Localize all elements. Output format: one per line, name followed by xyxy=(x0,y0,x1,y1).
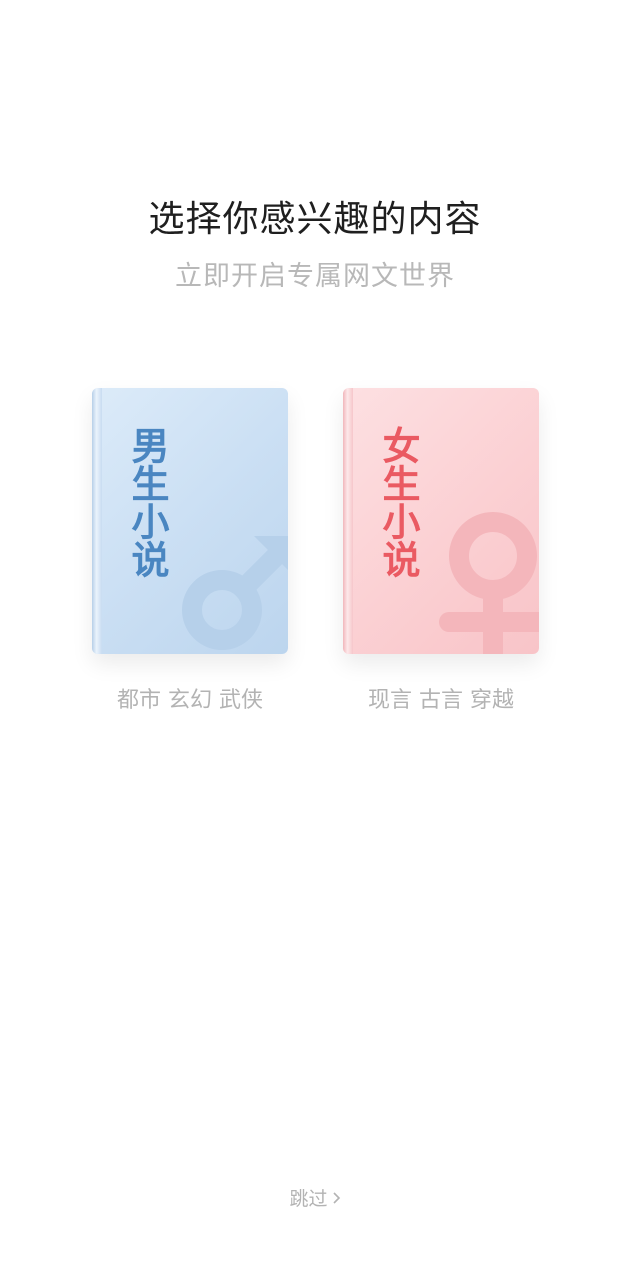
female-cover-title: 女生小说 xyxy=(376,426,420,578)
male-cover-title: 男生小说 xyxy=(125,426,169,578)
chevron-right-icon xyxy=(332,1188,341,1210)
page-title: 选择你感兴趣的内容 xyxy=(148,199,482,240)
female-symbol-icon xyxy=(439,512,539,654)
male-genre-tags: 都市 玄幻 武侠 xyxy=(117,688,263,713)
book-spine xyxy=(92,388,102,654)
female-novel-option[interactable]: 女生小说 xyxy=(343,388,539,654)
page-subtitle: 立即开启专属网文世界 xyxy=(175,261,455,292)
male-symbol-icon xyxy=(182,536,288,650)
skip-label: 跳过 xyxy=(289,1188,328,1210)
male-book-cover: 男生小说 xyxy=(92,388,288,654)
female-genre-tags: 现言 古言 穿越 xyxy=(368,688,514,713)
skip-button[interactable]: 跳过 xyxy=(0,1184,630,1211)
female-book-cover: 女生小说 xyxy=(343,388,539,654)
book-spine xyxy=(343,388,353,654)
male-novel-option[interactable]: 男生小说 xyxy=(92,388,288,654)
